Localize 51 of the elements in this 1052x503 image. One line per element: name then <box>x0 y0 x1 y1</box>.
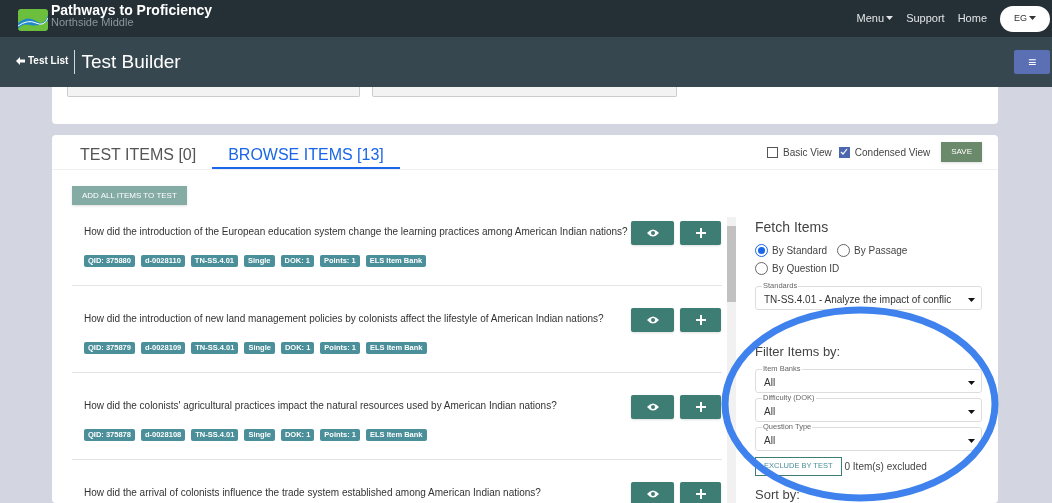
user-menu-button[interactable]: EG <box>1000 5 1050 32</box>
arrow-left-icon <box>16 56 25 65</box>
question-text: How did the introduction of the European education system change the learning practices among American Indian nations? <box>84 226 628 238</box>
add-button[interactable] <box>680 308 722 332</box>
plus-icon <box>695 315 706 325</box>
radio-option[interactable]: By Question ID <box>755 261 840 276</box>
eye-icon <box>646 229 659 237</box>
radio-option[interactable]: By Passage <box>837 243 908 258</box>
plus-icon <box>695 402 706 412</box>
eye-icon <box>646 490 659 498</box>
add-button[interactable] <box>680 221 722 245</box>
caret-icon <box>968 298 975 303</box>
logo-icon <box>18 6 48 31</box>
question-text: How did the arrival of colonists influence the trade system established among American Indian nations? <box>84 487 541 499</box>
caret-icon <box>968 438 975 444</box>
preview-button[interactable] <box>631 221 675 245</box>
add-button[interactable] <box>680 482 722 503</box>
plus-icon <box>695 228 706 238</box>
filter-heading: Filter Items by: <box>755 343 842 361</box>
radio-option[interactable]: By Standard <box>755 243 828 258</box>
eye-icon <box>646 403 659 411</box>
preview-button[interactable] <box>631 395 675 419</box>
page-title: Test Builder <box>81 49 181 74</box>
checkbox-label: Basic View <box>783 145 832 160</box>
caret-icon <box>886 16 894 21</box>
question-text: How did the introduction of new land management policies by colonists affect the lifestyle of American Indian nations? <box>84 313 604 325</box>
fetch-heading: Fetch Items <box>755 218 830 237</box>
add-button[interactable] <box>680 395 722 419</box>
app-title: Pathways to Proficiency <box>51 3 213 17</box>
tab[interactable]: BROWSE ITEMS [13] <box>212 135 400 169</box>
plus-icon <box>695 489 706 499</box>
nav-link[interactable]: Support <box>906 10 945 27</box>
sort-heading: Sort by: <box>755 487 801 502</box>
checkbox[interactable] <box>838 146 850 158</box>
checkbox-label: Condensed View <box>854 145 931 160</box>
school-name: Northside Middle <box>51 17 135 28</box>
preview-button[interactable] <box>631 482 675 503</box>
caret-icon <box>1029 16 1036 21</box>
tab[interactable]: TEST ITEMS [0] <box>64 135 213 169</box>
menu-button[interactable]: ≡ <box>1014 50 1050 74</box>
question-text: How did the colonists' agricultural practices impact the natural resources used by American Indian nations? <box>84 400 557 412</box>
save-button[interactable]: SAVE <box>941 142 982 162</box>
caret-icon <box>968 409 975 415</box>
preview-button[interactable] <box>631 308 675 332</box>
nav-link[interactable]: Home <box>957 10 987 27</box>
eye-icon <box>646 316 659 324</box>
checkbox[interactable] <box>767 146 779 158</box>
menu-dropdown[interactable]: Menu <box>856 10 894 27</box>
excluded-count: 0 Item(s) excluded <box>844 459 927 474</box>
back-link[interactable]: Test List <box>16 53 69 68</box>
caret-icon <box>968 380 975 386</box>
